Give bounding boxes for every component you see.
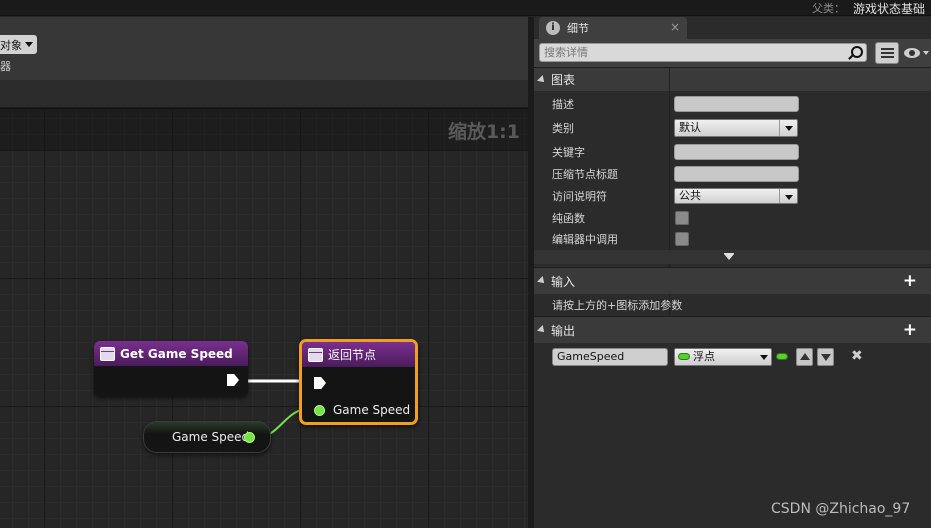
collapse-arrow-icon [537, 325, 547, 335]
function-icon [100, 346, 115, 361]
tab-label: 细节 [567, 22, 589, 35]
float-in-pin[interactable] [314, 405, 325, 416]
inputs-hint: 请按上方的+图标添加参数 [552, 299, 683, 312]
category-value: 默认 [679, 121, 701, 134]
search-placeholder: 搜索详情 [544, 46, 588, 59]
prop-row-call-in-editor: 编辑器中调用 [534, 228, 931, 249]
output-type-combo[interactable]: 浮点 [674, 348, 772, 366]
pure-checkbox[interactable] [675, 211, 689, 225]
close-icon[interactable]: × [670, 20, 680, 34]
collapse-arrow-icon [537, 74, 547, 85]
breadcrumb-bar [0, 80, 529, 108]
game-speed-variable-node[interactable]: Game Speed [143, 421, 271, 453]
section-title: 输入 [551, 274, 576, 289]
add-output-button[interactable]: + [903, 322, 917, 339]
pin-label: Game Speed [333, 403, 411, 417]
keywords-field[interactable] [674, 144, 799, 160]
node-header: 返回节点 [302, 342, 415, 367]
search-input[interactable]: 搜索详情 [539, 43, 867, 62]
function-icon [308, 347, 323, 362]
prop-row-compact-title: 压缩节点标题 [534, 163, 931, 184]
collapse-arrow-icon [537, 276, 547, 286]
node-title: 返回节点 [328, 348, 377, 362]
prop-label: 关键字 [552, 146, 585, 159]
compact-title-field[interactable] [674, 166, 799, 182]
chevron-down-icon[interactable] [923, 51, 929, 55]
call-in-editor-checkbox[interactable] [675, 232, 689, 246]
prop-row-description: 描述 [534, 93, 931, 114]
exec-in-pin[interactable] [314, 377, 326, 389]
move-down-button[interactable] [817, 348, 834, 366]
prop-label: 纯函数 [552, 212, 585, 225]
access-specifier-value: 公共 [679, 189, 701, 202]
zoom-level: 缩放1:1 [447, 121, 520, 143]
section-title: 输出 [551, 323, 576, 338]
section-inputs[interactable]: 输入 + [534, 267, 931, 294]
remove-output-button[interactable]: ✖ [851, 348, 863, 364]
graph-header: 缩放1:1 [0, 109, 528, 151]
move-up-button[interactable] [796, 348, 813, 366]
prop-label: 类别 [552, 122, 574, 135]
parent-class-value[interactable]: 游戏状态基础 [853, 0, 925, 17]
chevron-down-icon [25, 42, 33, 47]
float-out-pin[interactable] [244, 432, 255, 443]
object-dropdown[interactable]: 对象 [0, 35, 37, 54]
filter-label: 器 [0, 60, 11, 73]
parent-class-label: 父类： [812, 2, 845, 15]
output-type-value: 浮点 [693, 350, 715, 363]
details-panel: i 细节 × 搜索详情 图表 描述 类别 默认 关键字 压缩节点标题 访问说明符… [534, 17, 931, 528]
advanced-expander[interactable] [534, 250, 931, 264]
chevron-down-icon [760, 355, 768, 360]
title-bar: 父类： 游戏状态基础 [0, 0, 931, 16]
section-title: 图表 [551, 73, 576, 87]
chevron-down-icon [724, 254, 734, 260]
variable-label: Game Speed [172, 430, 250, 444]
chevron-down-icon [779, 120, 797, 136]
blueprint-graph[interactable]: 缩放1:1 [0, 108, 528, 528]
prop-row-access-specifier: 访问说明符 公共 [534, 185, 931, 206]
return-node[interactable]: 返回节点 Game Speed [299, 339, 418, 425]
exec-out-pin[interactable] [227, 374, 239, 386]
search-bar: 搜索详情 [534, 39, 931, 67]
container-type-icon[interactable] [776, 353, 788, 360]
category-combo[interactable]: 默认 [674, 119, 798, 137]
prop-row-keywords: 关键字 [534, 141, 931, 162]
prop-row-category: 类别 默认 [534, 117, 931, 138]
prop-row-pure: 纯函数 [534, 207, 931, 228]
prop-label: 访问说明符 [552, 190, 607, 203]
prop-label: 编辑器中调用 [552, 233, 618, 246]
float-type-icon [678, 353, 690, 360]
get-game-speed-node[interactable]: Get Game Speed [94, 341, 248, 396]
section-graph[interactable]: 图表 [534, 67, 931, 91]
tab-details[interactable]: i 细节 × [539, 17, 687, 39]
node-header: Get Game Speed [94, 341, 248, 366]
add-input-button[interactable]: + [903, 273, 917, 290]
graph-toolbar: 对象 器 [0, 17, 529, 80]
description-field[interactable] [674, 96, 799, 112]
prop-label: 描述 [552, 98, 574, 111]
eye-icon[interactable] [904, 48, 920, 58]
property-matrix-button[interactable] [875, 42, 899, 64]
node-title: Get Game Speed [120, 346, 233, 361]
output-name-field[interactable]: GameSpeed [552, 348, 668, 366]
section-outputs[interactable]: 输出 + [534, 316, 931, 343]
watermark: CSDN @Zhichao_97 [771, 501, 911, 517]
access-specifier-combo[interactable]: 公共 [674, 188, 798, 204]
chevron-down-icon [779, 189, 797, 203]
prop-label: 压缩节点标题 [552, 168, 618, 181]
object-dropdown-label: 对象 [0, 38, 22, 52]
info-icon: i [546, 21, 560, 35]
search-icon[interactable] [851, 46, 863, 58]
